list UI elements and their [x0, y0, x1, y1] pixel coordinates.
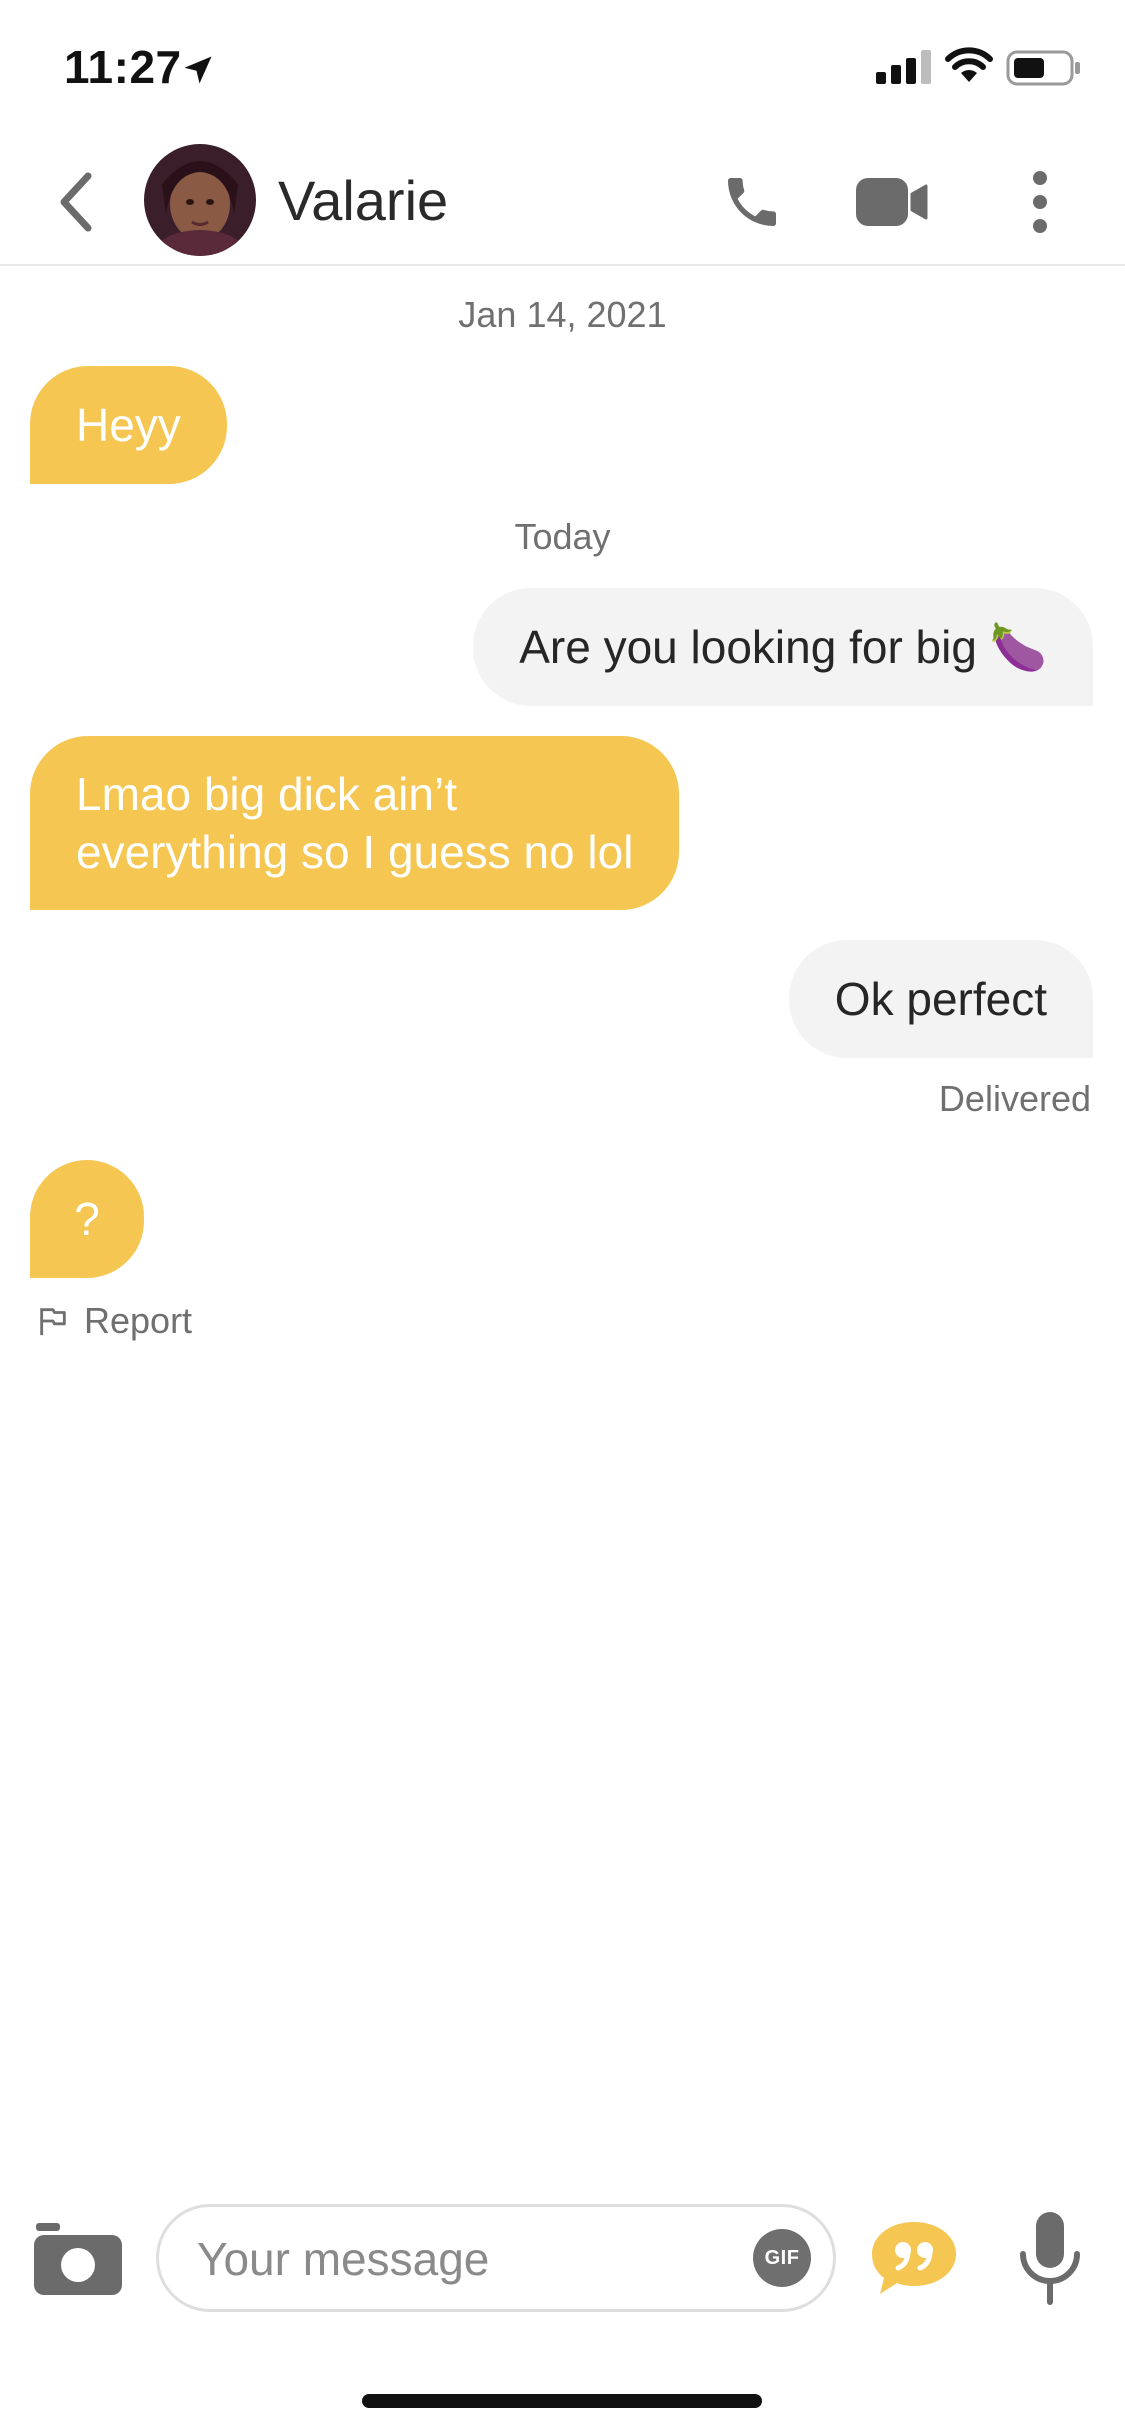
incoming-message-bubble[interactable]: ?	[30, 1160, 144, 1278]
incoming-message-bubble[interactable]: Lmao big dick ain’t everything so I gues…	[30, 736, 680, 910]
phone-icon	[728, 178, 776, 226]
video-call-button[interactable]	[850, 160, 934, 244]
message-text: ?	[74, 1193, 100, 1245]
chevron-left-icon	[60, 172, 92, 232]
incoming-message-bubble[interactable]: Heyy	[30, 366, 227, 484]
report-button[interactable]: Report	[36, 1300, 192, 1342]
avatar[interactable]	[144, 144, 256, 256]
message-composer: GIF	[0, 2190, 1125, 2330]
wifi-icon	[944, 46, 994, 89]
home-indicator[interactable]	[362, 2394, 762, 2408]
back-button[interactable]	[36, 162, 116, 242]
more-options-button[interactable]	[1002, 160, 1078, 244]
battery-icon	[1006, 50, 1082, 91]
date-separator: Today	[514, 516, 611, 557]
voice-message-button[interactable]	[1002, 2204, 1098, 2312]
camera-icon	[34, 2223, 122, 2295]
quick-replies-button[interactable]	[866, 2216, 962, 2300]
message-text-line: everything so I guess no lol	[76, 826, 634, 878]
gif-button[interactable]: GIF	[753, 2229, 811, 2287]
status-time: 11:27	[64, 41, 182, 93]
message-input[interactable]	[195, 2207, 699, 2311]
chat-header: Valarie	[0, 140, 1125, 266]
message-field[interactable]: GIF	[156, 2204, 836, 2312]
cellular-signal-icon	[876, 50, 934, 89]
microphone-icon	[1020, 2212, 1080, 2305]
voice-call-button[interactable]	[710, 160, 794, 244]
message-text: Ok perfect	[834, 973, 1047, 1025]
message-text: Heyy	[76, 399, 181, 451]
date-separator: Jan 14, 2021	[458, 294, 667, 335]
profile-photo	[144, 144, 256, 256]
speech-bubble-quote-icon	[872, 2222, 956, 2294]
flag-icon	[40, 1308, 66, 1336]
delivered-status: Delivered	[938, 1078, 1091, 1119]
camera-button[interactable]	[30, 2210, 126, 2306]
location-arrow-icon	[180, 52, 216, 88]
video-camera-icon	[856, 178, 928, 226]
vertical-dots-icon	[1033, 171, 1047, 233]
contact-name[interactable]: Valarie	[278, 168, 448, 233]
report-label: Report	[84, 1300, 193, 1341]
outgoing-message-bubble[interactable]: Ok perfect	[788, 940, 1093, 1058]
message-text: Are you looking for big 🍆	[519, 621, 1047, 673]
status-bar: 11:27	[0, 0, 1125, 140]
message-text-line: Lmao big dick ain’t	[76, 768, 457, 820]
outgoing-message-bubble[interactable]: Are you looking for big 🍆	[473, 588, 1093, 706]
